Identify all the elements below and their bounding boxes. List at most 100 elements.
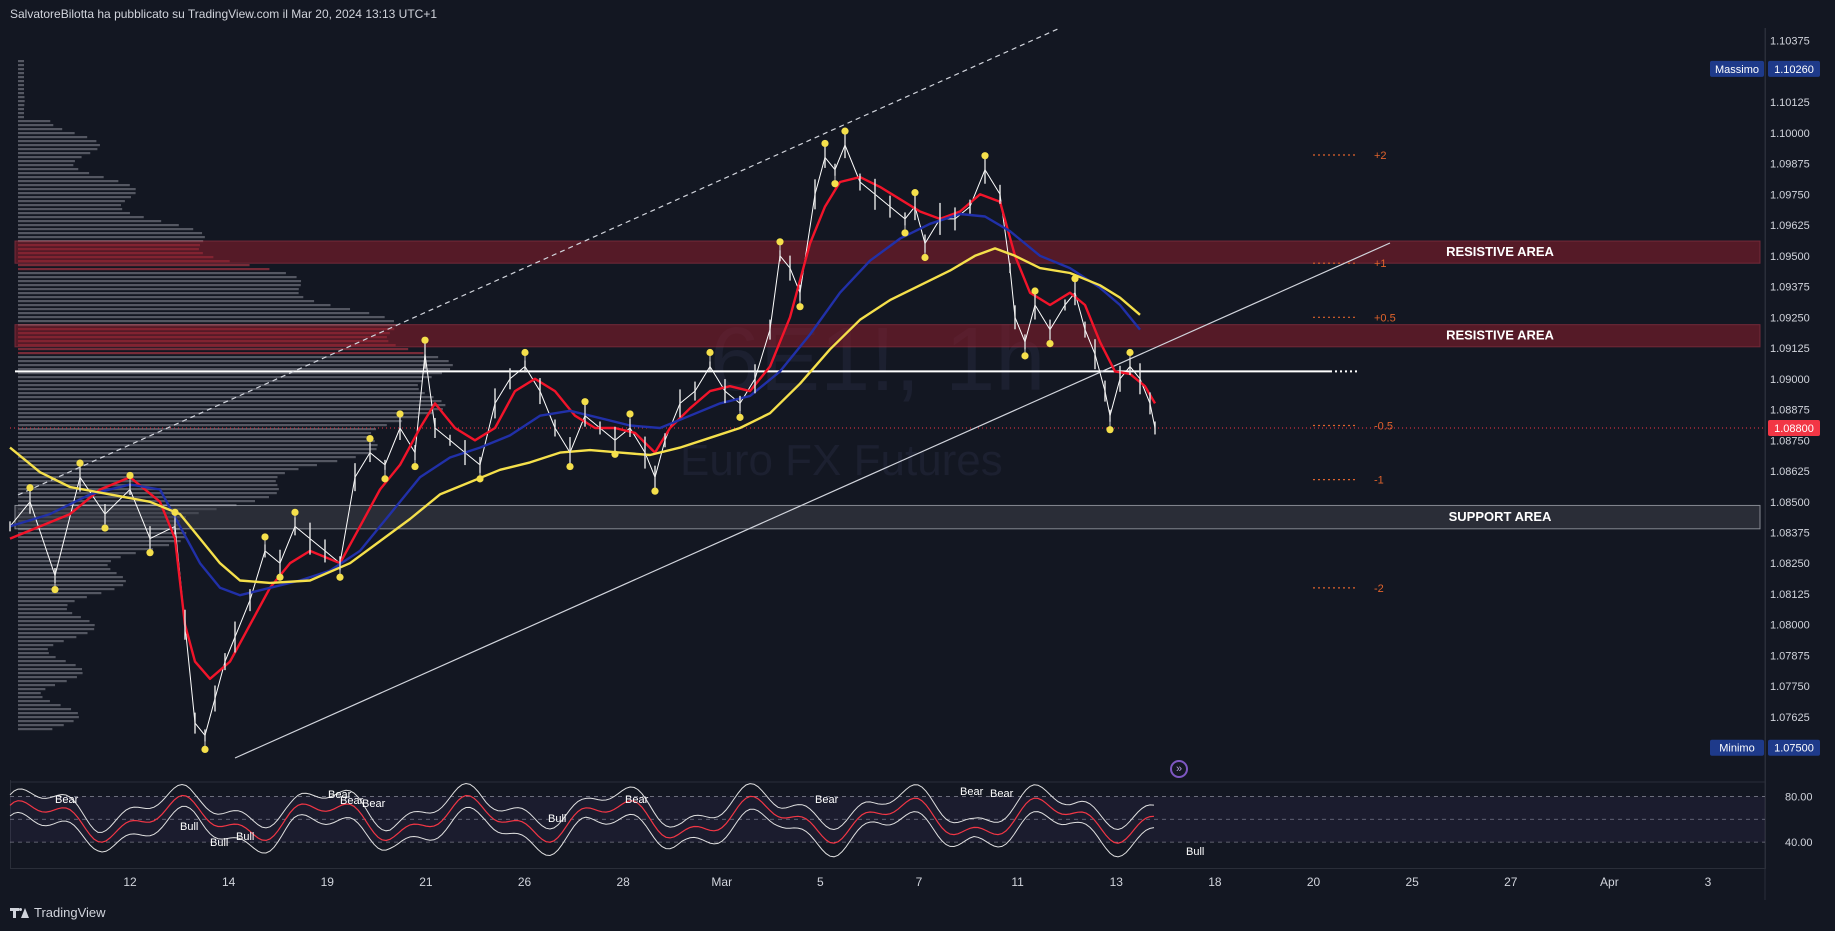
pivot-dot: [276, 573, 284, 581]
pivot-dot: [411, 462, 419, 471]
y-axis-tick: 1.10125: [1770, 97, 1810, 109]
y-axis-tick: 1.10000: [1770, 128, 1810, 140]
volume-profile-bar: [18, 84, 24, 87]
y-axis-tick: 1.08375: [1770, 528, 1810, 540]
pivot-dot: [796, 303, 804, 311]
brand-text: TradingView: [34, 905, 106, 920]
volume-profile-bar: [18, 668, 83, 671]
pivot-dot: [146, 549, 154, 557]
pivot-dot: [1126, 348, 1134, 357]
volume-profile-bar: [18, 216, 144, 219]
volume-profile-bar: [18, 604, 68, 607]
volume-profile-bar: [18, 396, 434, 399]
footer: [0, 900, 1835, 931]
volume-profile-bar: [18, 172, 90, 175]
volume-profile-bar: [18, 568, 111, 571]
volume-profile-bar: [18, 628, 95, 631]
volume-profile-bar: [18, 88, 24, 91]
volume-profile-bar: [18, 376, 432, 379]
volume-profile-bar: [18, 96, 25, 99]
x-axis-tick: Mar: [711, 875, 732, 889]
x-axis-tick: 3: [1705, 875, 1712, 889]
x-axis-tick: 14: [222, 875, 236, 889]
volume-profile-bar: [18, 572, 117, 575]
volume-profile-bar: [18, 648, 48, 651]
volume-profile-bar: [18, 68, 24, 71]
volume-profile-bar: [18, 424, 387, 427]
x-axis-tick: 28: [616, 875, 630, 889]
price-chart[interactable]: 6E1!, 1h Euro FX Futures RESISTIVE AREAR…: [0, 0, 1835, 900]
pivot-dot: [981, 152, 989, 160]
volume-profile-bar: [18, 624, 95, 627]
pivot-dot: [476, 475, 484, 483]
pivot-dot: [126, 471, 134, 480]
volume-profile-bar: [18, 192, 136, 195]
x-axis-tick: 11: [1011, 875, 1024, 889]
x-axis-tick: 18: [1208, 875, 1222, 889]
volume-profile-bar: [18, 632, 88, 635]
volume-profile-bar: [18, 152, 91, 155]
fib-level-label: +0.5: [1374, 312, 1396, 324]
volume-profile-bar: [18, 180, 119, 183]
y-axis-tick: 1.09625: [1770, 220, 1810, 232]
volume-profile-bar: [18, 320, 394, 323]
pivot-dot: [626, 410, 634, 418]
volume-profile-bar: [18, 364, 453, 367]
volume-profile-bar: [18, 312, 370, 315]
volume-profile-bar: [18, 392, 425, 395]
volume-profile-bar: [18, 132, 75, 135]
volume-profile-bar: [18, 140, 97, 143]
osc-annotation: Bear: [362, 798, 386, 810]
high-tag-label: Massimo: [1715, 64, 1759, 76]
osc-annotation: Bear: [625, 794, 649, 806]
volume-profile-bar: [18, 640, 64, 643]
volume-profile-bar: [18, 112, 24, 115]
pivot-dot: [911, 189, 919, 197]
volume-profile-bar: [18, 720, 74, 723]
y-axis-tick: 1.09375: [1770, 282, 1810, 294]
pivot-dot: [396, 410, 404, 418]
volume-profile-bar: [18, 292, 299, 295]
volume-profile-bar: [18, 384, 418, 387]
x-axis-tick: 27: [1504, 875, 1518, 889]
volume-profile-bar: [18, 688, 46, 691]
y-axis-tick: 1.09500: [1770, 251, 1810, 263]
volume-profile-bar: [18, 380, 423, 383]
tradingview-brand[interactable]: TradingView: [10, 905, 106, 920]
volume-profile-bar: [18, 128, 63, 131]
volume-profile-bar: [18, 444, 378, 447]
x-axis-tick: 20: [1307, 875, 1321, 889]
volume-profile-bar: [18, 592, 102, 595]
pivot-dot: [581, 398, 589, 406]
pivot-dot: [1106, 426, 1114, 434]
volume-profile-bar: [18, 236, 205, 239]
fib-level-label: -0.5: [1374, 421, 1393, 433]
osc-y-tick: 40.00: [1785, 837, 1813, 849]
volume-profile-bar: [18, 284, 301, 287]
volume-profile-bar: [18, 644, 54, 647]
volume-profile-bar: [18, 304, 331, 307]
pivot-dot: [26, 484, 34, 492]
volume-profile-bar: [18, 120, 51, 123]
pivot-dot: [1031, 287, 1039, 295]
replay-icon[interactable]: »: [1170, 760, 1188, 778]
osc-annotation: Bear: [815, 794, 839, 806]
volume-profile-bar: [18, 164, 74, 167]
zone-label: RESISTIVE AREA: [1446, 244, 1554, 259]
volume-profile-bar: [18, 584, 124, 587]
y-axis-tick: 1.07750: [1770, 681, 1810, 693]
zone-label: SUPPORT AREA: [1449, 509, 1552, 524]
volume-profile-bar: [18, 712, 78, 715]
pivot-dot: [421, 336, 429, 344]
pivot-dot: [821, 139, 829, 148]
volume-profile-bar: [18, 548, 154, 551]
volume-profile-bar: [18, 544, 170, 547]
pivot-dot: [611, 450, 619, 458]
volume-profile-bar: [18, 580, 126, 583]
volume-profile-bar: [18, 496, 269, 499]
volume-profile-bar: [18, 464, 317, 467]
volume-profile-bar: [18, 100, 25, 103]
y-axis-tick: 1.08500: [1770, 497, 1810, 509]
volume-profile-bar: [18, 560, 111, 563]
volume-profile-bar: [18, 656, 56, 659]
